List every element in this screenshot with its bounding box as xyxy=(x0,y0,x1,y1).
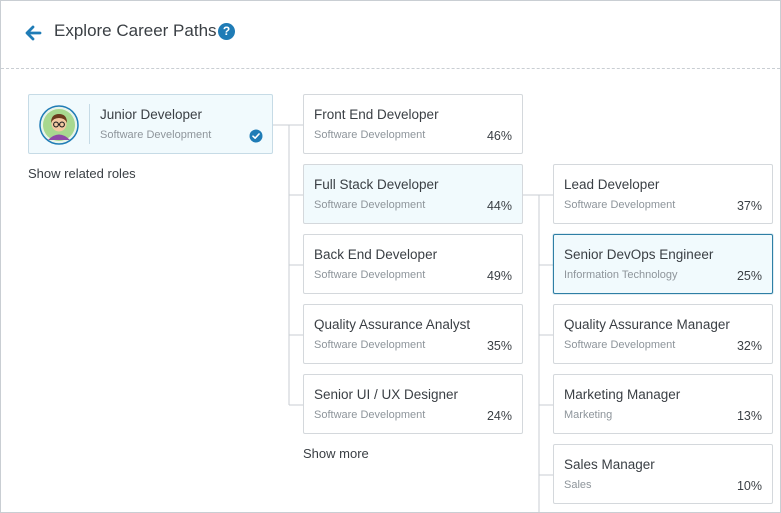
role-category: Software Development xyxy=(314,339,426,351)
role-card-senior-devops-engineer[interactable]: Senior DevOps Engineer Information Techn… xyxy=(553,234,773,294)
current-role-card[interactable]: Junior Developer Software Development xyxy=(28,94,273,154)
role-card-quality-assurance-manager[interactable]: Quality Assurance Manager Software Devel… xyxy=(553,304,773,364)
avatar xyxy=(39,105,79,145)
role-category: Software Development xyxy=(314,409,426,421)
match-percent: 25% xyxy=(736,269,762,283)
role-title: Front End Developer xyxy=(314,107,439,122)
show-more-link[interactable]: Show more xyxy=(303,446,369,461)
role-category: Software Development xyxy=(314,199,426,211)
role-card-marketing-manager[interactable]: Marketing Manager Marketing 13% xyxy=(553,374,773,434)
role-card-full-stack-developer[interactable]: Full Stack Developer Software Developmen… xyxy=(303,164,523,224)
back-arrow-icon[interactable] xyxy=(23,23,43,43)
match-percent: 35% xyxy=(486,339,512,353)
role-title: Full Stack Developer xyxy=(314,177,439,192)
role-title: Quality Assurance Manager xyxy=(564,317,730,332)
divider xyxy=(89,104,90,144)
role-title: Quality Assurance Analyst xyxy=(314,317,471,332)
match-percent: 46% xyxy=(486,129,512,143)
role-card-quality-assurance-analyst[interactable]: Quality Assurance Analyst Software Devel… xyxy=(303,304,523,364)
role-title: Senior UI / UX Designer xyxy=(314,387,459,402)
match-percent: 10% xyxy=(736,479,762,493)
role-category: Software Development xyxy=(314,129,426,141)
role-card-sales-manager[interactable]: Sales Manager Sales 10% xyxy=(553,444,773,504)
role-category: Sales xyxy=(564,479,592,491)
role-card-front-end-developer[interactable]: Front End Developer Software Development… xyxy=(303,94,523,154)
header: Explore Career Paths ? xyxy=(1,1,780,69)
role-title: Sales Manager xyxy=(564,457,655,472)
role-category: Software Development xyxy=(564,199,676,211)
role-title: Back End Developer xyxy=(314,247,438,262)
match-percent: 13% xyxy=(736,409,762,423)
role-title: Marketing Manager xyxy=(564,387,681,402)
current-role-title: Junior Developer xyxy=(100,107,203,122)
match-percent: 32% xyxy=(736,339,762,353)
show-related-roles-link[interactable]: Show related roles xyxy=(28,166,136,181)
page-title: Explore Career Paths xyxy=(54,21,217,40)
role-title: Senior DevOps Engineer xyxy=(564,247,714,262)
role-card-back-end-developer[interactable]: Back End Developer Software Development … xyxy=(303,234,523,294)
help-icon[interactable]: ? xyxy=(218,23,235,40)
role-title: Lead Developer xyxy=(564,177,660,192)
current-role-category: Software Development xyxy=(100,129,212,141)
career-paths-panel: Explore Career Paths ? Junior Developer … xyxy=(0,0,781,513)
match-percent: 37% xyxy=(736,199,762,213)
role-card-lead-developer[interactable]: Lead Developer Software Development 37% xyxy=(553,164,773,224)
match-percent: 44% xyxy=(486,199,512,213)
role-category: Software Development xyxy=(314,269,426,281)
match-percent: 24% xyxy=(486,409,512,423)
role-card-senior-ui-ux-designer[interactable]: Senior UI / UX Designer Software Develop… xyxy=(303,374,523,434)
match-percent: 49% xyxy=(486,269,512,283)
role-category: Software Development xyxy=(564,339,676,351)
role-category: Marketing xyxy=(564,409,613,421)
check-circle-icon xyxy=(249,129,263,143)
role-category: Information Technology xyxy=(564,269,678,281)
